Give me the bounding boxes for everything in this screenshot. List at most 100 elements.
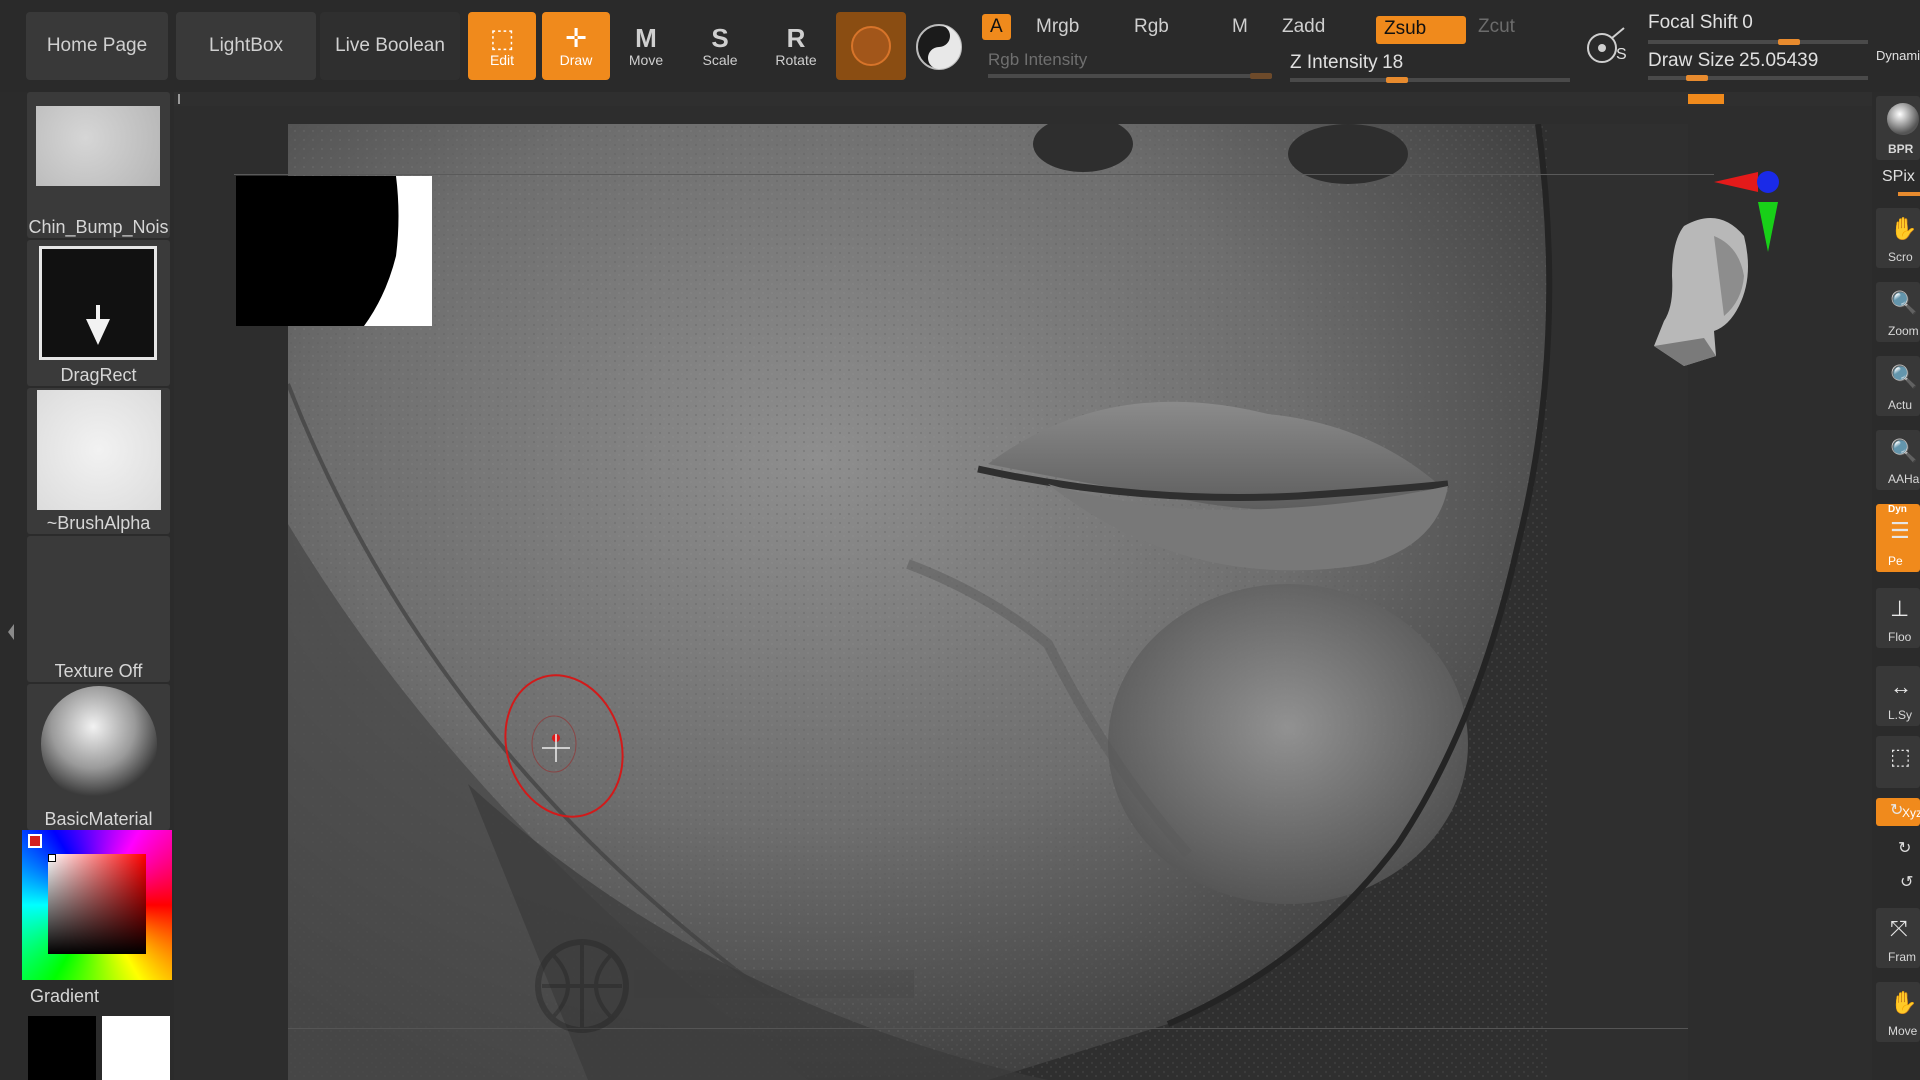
saturation-value-box[interactable]	[48, 854, 146, 954]
frame-button[interactable]: ⤧ Fram	[1876, 908, 1920, 968]
yin-yang-material-button[interactable]	[914, 22, 964, 72]
scale-icon: S	[711, 23, 729, 53]
sphere-material-icon	[851, 26, 891, 66]
xyz-rotate-button[interactable]: ↻ Xyz	[1876, 798, 1920, 826]
zcut-toggle[interactable]: Zcut	[1478, 16, 1515, 38]
draw-button[interactable]: ✛ Draw	[542, 12, 610, 80]
actual-size-button[interactable]: 🔍 Actu	[1876, 356, 1920, 416]
m-toggle[interactable]: M	[1232, 16, 1248, 38]
rotate-icon: R	[786, 23, 806, 53]
perspective-button[interactable]: Dyn ☰ Pe	[1876, 504, 1920, 572]
floor-icon: ⊥	[1890, 596, 1910, 621]
brush-alpha-slot[interactable]: ~BrushAlpha	[27, 388, 170, 534]
draw-size-slider[interactable]	[1648, 76, 1868, 80]
color-picker[interactable]	[22, 830, 172, 980]
frame-icon: ⤧	[1890, 916, 1908, 941]
axis-gizmo[interactable]	[1714, 166, 1794, 256]
a-mode-toggle[interactable]: A	[982, 14, 1011, 40]
move-icon: M	[635, 23, 657, 53]
draw-size-readout: Draw Size 25.05439	[1648, 50, 1819, 71]
gizmo-button[interactable]: ⬚	[1876, 736, 1920, 788]
live-boolean-tab[interactable]: Live Boolean	[320, 12, 460, 80]
symmetry-icon: ↔	[1890, 674, 1912, 699]
rgb-intensity-slider[interactable]	[988, 74, 1272, 78]
hand-icon: ✋	[1890, 990, 1918, 1015]
brush-alpha-thumbnail	[37, 390, 161, 510]
bpr-sphere-icon	[1887, 103, 1919, 135]
mrgb-toggle[interactable]: Mrgb	[1036, 16, 1079, 38]
y-rotate-icon[interactable]: ↻	[1898, 838, 1911, 858]
aahalf-button[interactable]: 🔍 AAHa	[1876, 430, 1920, 490]
edit-button[interactable]: ⬚ Edit	[468, 12, 536, 80]
zsub-toggle[interactable]: Zsub	[1376, 16, 1466, 44]
right-shelf: BPR SPix ✋ Scro 🔍 Zoom 🔍 Actu 🔍 AAHa Dyn ☰ P…	[1872, 92, 1920, 1080]
bpr-button[interactable]: BPR	[1876, 96, 1920, 160]
brush-cursor	[494, 666, 634, 826]
alpha-slot[interactable]: Chin_Bump_Nois	[27, 92, 170, 238]
gradient-end-swatch[interactable]	[102, 1016, 170, 1080]
zadd-toggle[interactable]: Zadd	[1282, 16, 1325, 38]
magnifier-icon: 🔍	[1890, 290, 1918, 315]
stroke-slot[interactable]: DragRect	[27, 240, 170, 386]
lightbox-tab[interactable]: LightBox	[176, 12, 316, 80]
left-tray-collapse-handle[interactable]	[6, 532, 16, 652]
top-toolbar: Home Page LightBox Live Boolean ⬚ Edit ✛…	[0, 0, 1920, 92]
home-page-tab[interactable]: Home Page	[26, 12, 168, 80]
document-canvas[interactable]	[174, 106, 1874, 1080]
gizmo-icon: ⬚	[1890, 744, 1911, 769]
watermark-logo	[534, 936, 934, 1036]
floor-button[interactable]: ⊥ Floo	[1876, 588, 1920, 648]
local-symmetry-button[interactable]: ↔ L.Sy	[1876, 666, 1920, 726]
primary-color-indicator	[28, 834, 42, 848]
rotation-mode-group: ↻ ↺	[1876, 836, 1920, 902]
z-intensity-readout: Z Intensity 18	[1290, 52, 1404, 73]
floor-line-top	[234, 174, 1714, 175]
rgb-intensity-label: Rgb Intensity	[988, 50, 1088, 69]
zoom-button[interactable]: 🔍 Zoom	[1876, 282, 1920, 342]
chevron-left-icon	[8, 624, 14, 640]
ruler-start-tick	[178, 94, 180, 104]
magnifier-icon: 🔍	[1890, 364, 1918, 389]
focal-shift-knob[interactable]	[1778, 39, 1800, 45]
sculpt-viewport[interactable]	[286, 116, 1688, 1080]
left-shelf: Chin_Bump_Nois DragRect ~BrushAlpha Text…	[0, 92, 172, 1080]
color-cursor[interactable]	[48, 854, 56, 862]
edit-icon: ⬚	[489, 23, 515, 53]
magnifier-icon: 🔍	[1890, 438, 1918, 463]
z-intensity-knob[interactable]	[1386, 77, 1408, 83]
material-slot[interactable]: BasicMaterial	[27, 684, 170, 830]
hand-icon: ✋	[1890, 216, 1918, 241]
floor-line-bottom	[288, 1028, 1688, 1029]
rgb-intensity-knob[interactable]	[1250, 73, 1272, 79]
face-sculpt-render	[286, 116, 1688, 1080]
alpha-thumbnail	[36, 106, 160, 186]
gradient-start-swatch[interactable]	[28, 1016, 96, 1080]
scale-button[interactable]: S Scale	[686, 12, 754, 80]
alpha-silhouette-icon	[364, 176, 432, 326]
alpha-preview-panel	[236, 176, 432, 326]
z-rotate-icon[interactable]: ↺	[1900, 872, 1913, 892]
ruler-strip	[174, 92, 1874, 106]
ruler-position-marker[interactable]	[1688, 94, 1724, 104]
spix-slider-knob[interactable]	[1898, 192, 1920, 196]
focal-shift-readout: Focal Shift 0	[1648, 12, 1753, 33]
dynamic-toggle[interactable]: Dynami	[1876, 48, 1920, 63]
draw-icon: ✛	[565, 23, 587, 53]
spix-control[interactable]: SPix	[1876, 168, 1920, 198]
focal-shift-slider[interactable]	[1648, 40, 1868, 44]
gradient-label: Gradient	[30, 986, 100, 1006]
scroll-button[interactable]: ✋ Scro	[1876, 208, 1920, 268]
rgb-toggle[interactable]: Rgb	[1134, 16, 1169, 38]
move-button[interactable]: M Move	[612, 12, 680, 80]
cg-watermark-icon	[535, 939, 914, 1033]
material-swatch-button[interactable]	[836, 12, 906, 80]
texture-slot[interactable]: Texture Off	[27, 536, 170, 682]
z-intensity-slider[interactable]	[1290, 78, 1570, 82]
xyz-axis-icon	[1714, 171, 1779, 252]
rotate-button[interactable]: R Rotate	[762, 12, 830, 80]
move-view-button[interactable]: ✋ Move	[1876, 982, 1920, 1042]
stroke-thumbnail	[39, 246, 157, 360]
material-sphere-icon	[41, 686, 157, 802]
lightbox-brush-button[interactable]: S	[1582, 20, 1632, 70]
draw-size-knob[interactable]	[1686, 75, 1708, 81]
